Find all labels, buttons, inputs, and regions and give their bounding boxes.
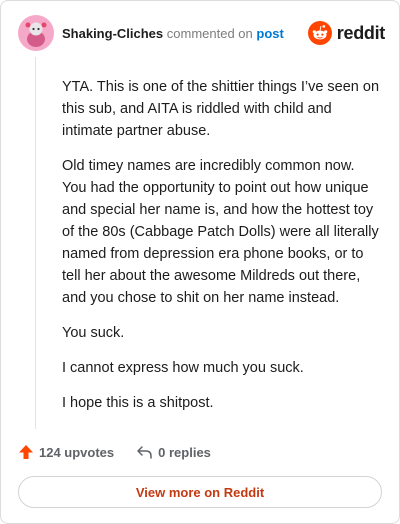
comment-paragraph: You suck.: [62, 325, 125, 341]
reddit-brand[interactable]: reddit: [307, 21, 386, 45]
comment-actions: 124 upvotes 0 replies: [18, 441, 211, 463]
thread-line: [35, 57, 36, 429]
comment-meta: Shaking-Cliches commented on post: [62, 26, 284, 41]
comment-paragraph: I hope this is a shitpost.: [62, 395, 214, 411]
reply-button[interactable]: 0 replies: [136, 444, 211, 460]
upvote-arrow-icon: [19, 445, 33, 459]
post-link[interactable]: post: [256, 26, 283, 41]
action-text: commented on: [166, 26, 253, 41]
reddit-logo-icon: [307, 21, 332, 45]
upvote-count: 124 upvotes: [39, 444, 115, 460]
view-more-button[interactable]: View more on Reddit: [18, 476, 382, 508]
user-avatar[interactable]: [18, 15, 54, 51]
comment-paragraph: Old timey names are incredibly common no…: [62, 158, 379, 306]
comment-paragraph: I cannot express how much you suck.: [62, 360, 304, 376]
reddit-wordmark: reddit: [336, 22, 386, 43]
reply-icon: [137, 446, 152, 459]
upvote-button[interactable]: 124 upvotes: [18, 444, 114, 460]
username-link[interactable]: Shaking-Cliches: [62, 26, 163, 41]
comment-embed-card: Shaking-Cliches commented on post reddit…: [0, 0, 400, 524]
comment-paragraph: YTA. This is one of the shittier things …: [62, 79, 380, 139]
reply-count: 0 replies: [158, 444, 211, 460]
comment-body: YTA. This is one of the shittier things …: [62, 76, 382, 427]
comment-header: Shaking-Cliches commented on post reddit: [18, 15, 385, 55]
